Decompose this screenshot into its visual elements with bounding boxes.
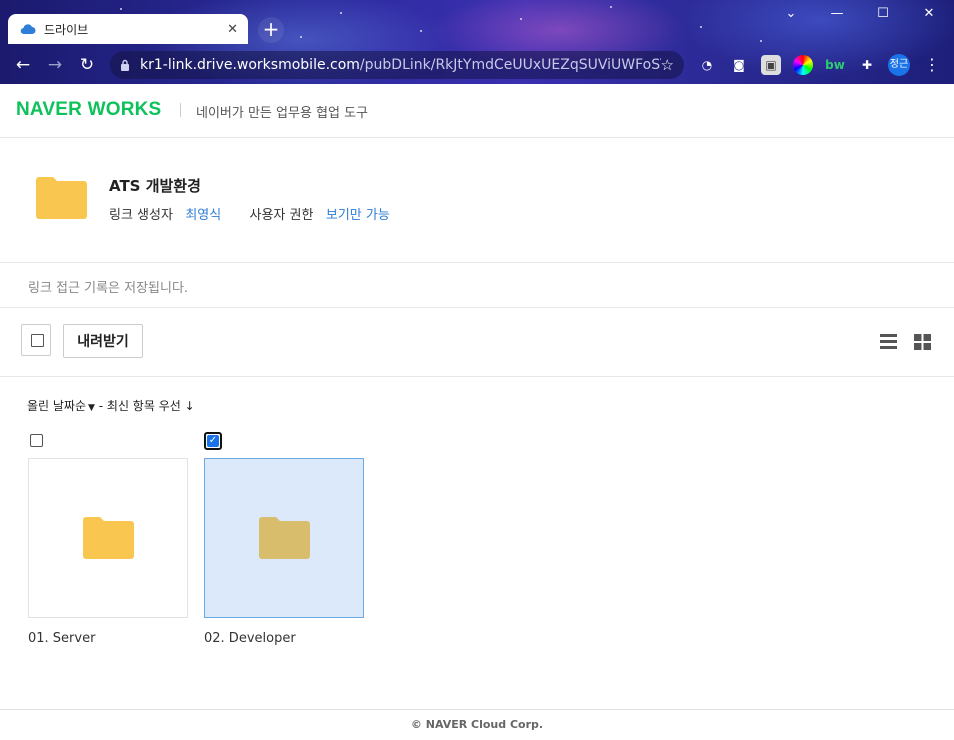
grid-view-icon[interactable]: [914, 334, 931, 350]
profile-avatar[interactable]: 정근: [888, 54, 910, 76]
camera-icon[interactable]: ◙: [729, 55, 749, 75]
extension-icon[interactable]: ◔: [697, 55, 717, 75]
back-icon[interactable]: ←: [10, 52, 36, 78]
page: NAVER WORKS 네이버가 만든 업무용 협업 도구 ATS 개발환경 링…: [0, 84, 954, 739]
item-checkbox[interactable]: [30, 434, 43, 447]
folder-icon: [36, 177, 87, 219]
access-notice: 링크 접근 기록은 저장됩니다.: [0, 263, 954, 308]
extension-icon[interactable]: ▣: [761, 55, 781, 75]
minimize-button[interactable]: —: [814, 6, 860, 26]
divider: [180, 103, 181, 117]
forward-icon[interactable]: →: [42, 52, 68, 78]
star-icon[interactable]: ☆: [661, 56, 674, 74]
notice-text: 링크 접근 기록은 저장됩니다.: [28, 281, 189, 296]
caret-down-icon: ▼: [88, 403, 95, 413]
footer: © NAVER Cloud Corp.: [0, 709, 954, 740]
folder-info: ATS 개발환경 링크 생성자 최영식 사용자 권한 보기만 가능: [0, 138, 954, 263]
address-bar[interactable]: kr1-link.drive.worksmobile.com/pubDLink/…: [110, 51, 684, 79]
folder-title: ATS 개발환경: [109, 177, 201, 195]
select-all-checkbox[interactable]: [21, 324, 51, 356]
tab-title: 드라이브: [44, 22, 89, 37]
browser-chrome: 드라이브 ✕ + ⌄ — ☐ ✕ ← → ↻ kr1-link.drive.wo…: [0, 0, 954, 84]
sort-dropdown[interactable]: 올린 날짜순 ▼: [27, 399, 95, 413]
cloud-icon: [20, 24, 36, 35]
creator-label: 링크 생성자: [109, 208, 173, 223]
reload-icon[interactable]: ↻: [74, 52, 100, 78]
item-thumbnail[interactable]: [28, 458, 188, 618]
puzzle-icon[interactable]: ✚: [857, 55, 877, 75]
folder-meta: 링크 생성자 최영식 사용자 권한 보기만 가능: [109, 204, 390, 223]
color-picker-icon[interactable]: [793, 55, 813, 75]
lock-icon: [121, 59, 129, 71]
folder-icon: [259, 517, 310, 559]
item-checkbox-checked[interactable]: [204, 432, 222, 450]
item-label[interactable]: 02. Developer: [204, 631, 296, 646]
download-button[interactable]: 내려받기: [63, 324, 143, 358]
naver-works-logo[interactable]: NAVER WORKS: [16, 99, 161, 121]
permission-value: 보기만 가능: [325, 208, 390, 223]
maximize-button[interactable]: ☐: [860, 6, 906, 26]
folder-icon: [83, 517, 134, 559]
more-icon[interactable]: ⋮: [922, 55, 942, 75]
chevron-down-icon[interactable]: ⌄: [768, 6, 814, 26]
browser-tab[interactable]: 드라이브 ✕: [8, 14, 248, 44]
item-thumbnail-selected[interactable]: [204, 458, 364, 618]
tab-close-icon[interactable]: ✕: [227, 22, 238, 37]
close-window-button[interactable]: ✕: [906, 6, 952, 26]
creator-name[interactable]: 최영식: [185, 208, 221, 223]
list-view-icon[interactable]: [880, 334, 897, 349]
sort-bar: 올린 날짜순 ▼ - 최신 항목 우선 ↓: [27, 397, 195, 414]
new-tab-button[interactable]: +: [258, 17, 284, 43]
arrow-down-icon[interactable]: ↓: [185, 399, 195, 413]
action-bar: 내려받기: [0, 308, 954, 377]
sort-order[interactable]: - 최신 항목 우선: [99, 399, 181, 413]
permission-label: 사용자 권한: [249, 208, 314, 223]
url-text: kr1-link.drive.worksmobile.com/pubDLink/…: [140, 57, 661, 73]
extension-bw-icon[interactable]: bw: [825, 55, 845, 75]
item-label[interactable]: 01. Server: [28, 631, 95, 646]
browser-toolbar: ← → ↻ kr1-link.drive.worksmobile.com/pub…: [0, 46, 954, 84]
header-tagline: 네이버가 만든 업무용 협업 도구: [196, 106, 369, 121]
site-header: NAVER WORKS 네이버가 만든 업무용 협업 도구: [0, 84, 954, 138]
copyright: © NAVER Cloud Corp.: [410, 718, 544, 731]
